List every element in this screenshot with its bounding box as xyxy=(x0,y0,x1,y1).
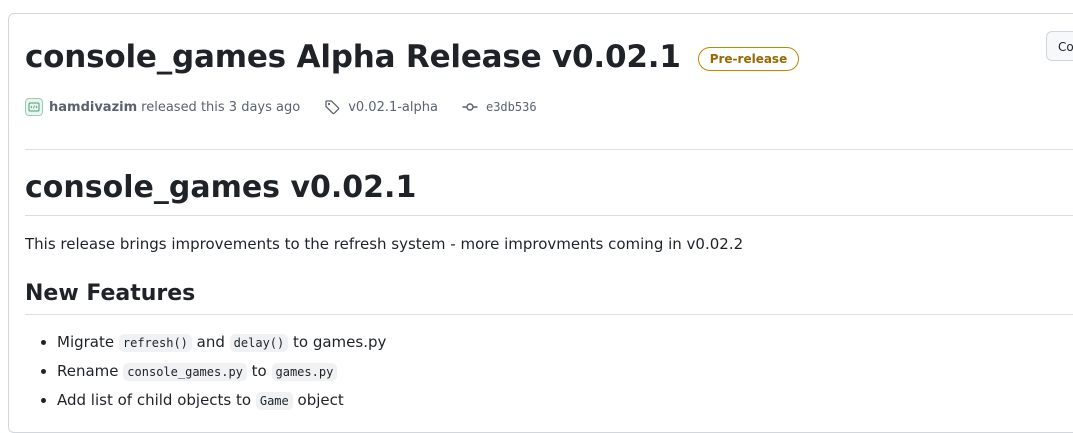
tag-icon xyxy=(324,99,340,115)
code-span: console_games.py xyxy=(123,363,247,381)
identicon-avatar-icon xyxy=(28,102,40,112)
features-rule xyxy=(25,314,1073,315)
code-span: games.py xyxy=(271,363,338,381)
heading-rule xyxy=(25,215,1073,216)
list-item: Migrate refresh() and delay() to games.p… xyxy=(57,331,1073,354)
release-notes: console_games v0.02.1 This release bring… xyxy=(25,166,1073,418)
released-time: released this 3 days ago xyxy=(141,99,301,115)
header-divider xyxy=(25,149,1073,150)
release-meta: hamdivazim released this 3 days ago v0.0… xyxy=(25,98,537,116)
features-heading: New Features xyxy=(25,281,196,306)
release-card: console_games Alpha Release v0.02.1 Pre-… xyxy=(8,13,1073,433)
author-link[interactable]: hamdivazim xyxy=(49,100,137,115)
git-commit-icon xyxy=(462,99,478,115)
compare-button[interactable]: Compare xyxy=(1046,31,1073,61)
code-span: delay() xyxy=(229,334,289,352)
code-span: Game xyxy=(255,392,293,410)
author-avatar[interactable] xyxy=(25,98,43,116)
features-list: Migrate refresh() and delay() to games.p… xyxy=(25,331,1073,412)
prerelease-badge: Pre-release xyxy=(697,47,800,71)
tag-link[interactable]: v0.02.1-alpha xyxy=(348,100,438,115)
notes-description: This release brings improvements to the … xyxy=(25,235,744,253)
release-title[interactable]: console_games Alpha Release v0.02.1 xyxy=(25,38,681,76)
notes-heading: console_games v0.02.1 xyxy=(25,170,417,205)
list-item: Rename console_games.py to games.py xyxy=(57,360,1073,383)
commit-link[interactable]: e3db536 xyxy=(486,100,537,114)
release-header: console_games Alpha Release v0.02.1 Pre-… xyxy=(25,38,800,76)
code-span: refresh() xyxy=(118,334,192,352)
list-item: Add list of child objects to Game object xyxy=(57,389,1073,412)
